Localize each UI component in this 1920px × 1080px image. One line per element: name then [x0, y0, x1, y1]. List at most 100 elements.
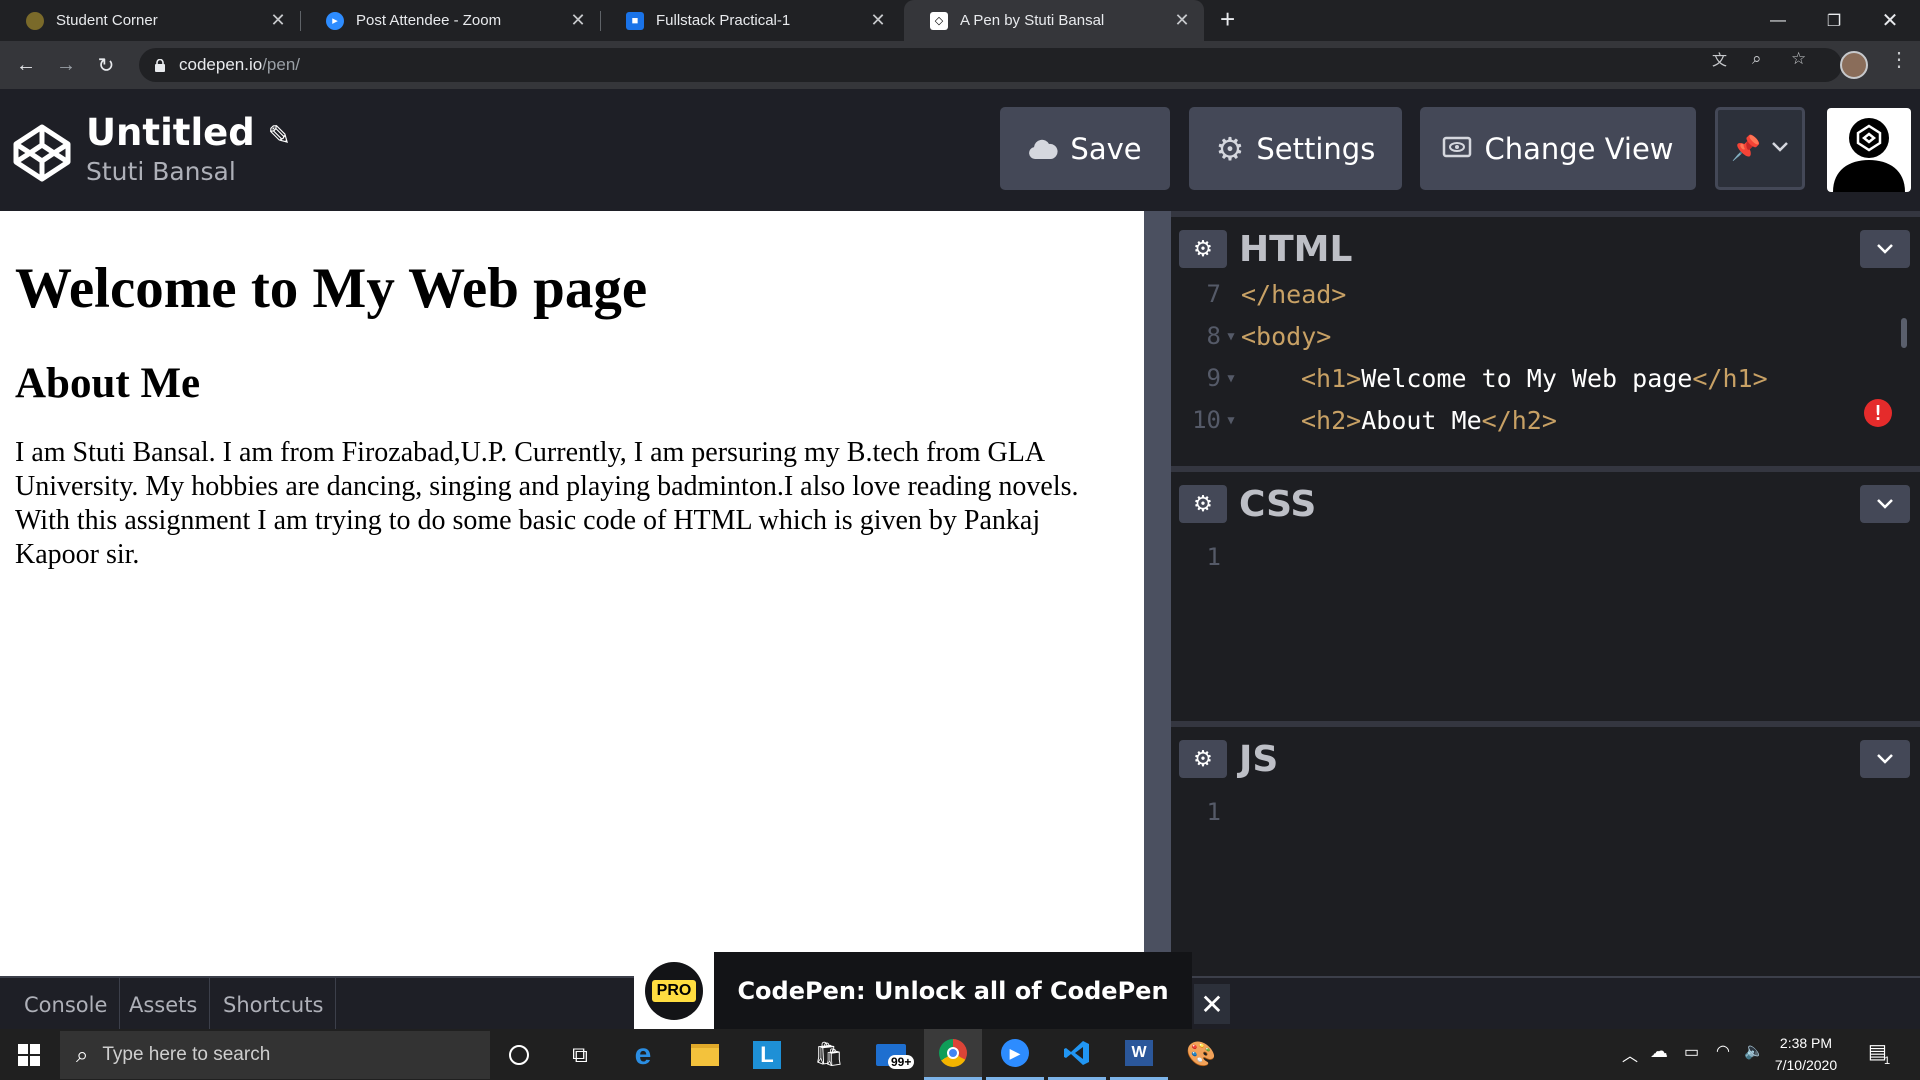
js-code-area[interactable]: 1	[1171, 783, 1920, 976]
word-icon[interactable]: W	[1110, 1029, 1168, 1080]
code-line: 7 </head>	[1171, 273, 1920, 315]
tab-codepen-active[interactable]: ◇ A Pen by Stuti Bansal ✕	[904, 0, 1204, 41]
task-view-icon[interactable]: ⧉	[551, 1029, 609, 1080]
change-view-label: Change View	[1484, 131, 1674, 166]
console-button[interactable]: Console	[12, 978, 121, 1031]
vscode-icon[interactable]	[1048, 1029, 1106, 1080]
app-l-icon[interactable]: L	[738, 1029, 796, 1080]
code-tag: <body>	[1241, 321, 1332, 351]
bookmark-star-icon[interactable]: ☆	[1791, 49, 1806, 69]
file-explorer-icon[interactable]	[676, 1029, 734, 1080]
taskbar-search-box[interactable]: ⌕ Type here to search	[60, 1031, 490, 1079]
search-icon: ⌕	[76, 1042, 89, 1067]
fold-arrow-icon[interactable]: ▼	[1221, 371, 1241, 385]
save-button[interactable]: Save	[1000, 107, 1170, 190]
settings-button[interactable]: ⚙ Settings	[1189, 107, 1402, 190]
save-label: Save	[1070, 131, 1142, 166]
reload-icon[interactable]: ↻	[92, 51, 120, 79]
js-collapse-chevron-icon[interactable]	[1860, 740, 1910, 778]
translate-icon[interactable]: 文	[1712, 49, 1727, 70]
pro-logo-icon: PRO	[634, 952, 714, 1030]
pen-author[interactable]: Stuti Bansal	[86, 157, 236, 186]
js-settings-gear-icon[interactable]: ⚙	[1179, 740, 1227, 778]
windows-taskbar: ⌕ Type here to search ⧉ e L 🛍 99+ ▶ W 🎨 …	[0, 1029, 1920, 1080]
css-settings-gear-icon[interactable]: ⚙	[1179, 485, 1227, 523]
css-code-area[interactable]: 1	[1171, 528, 1920, 721]
minimize-icon[interactable]: —	[1750, 0, 1806, 41]
close-tab-icon[interactable]: ✕	[566, 10, 590, 31]
mail-icon[interactable]: 99+	[862, 1029, 920, 1080]
code-line: 1	[1171, 536, 1920, 578]
url-host: codepen.io	[179, 55, 263, 74]
new-tab-icon[interactable]: +	[1220, 4, 1235, 35]
close-promo-icon[interactable]: ✕	[1194, 984, 1230, 1024]
cortana-icon[interactable]	[490, 1029, 548, 1080]
store-icon[interactable]: 🛍	[800, 1029, 858, 1080]
pane-resizer[interactable]	[1144, 211, 1171, 976]
shortcuts-button[interactable]: Shortcuts	[211, 978, 337, 1031]
code-line: 10 ▼ <h2> About Me </h2>	[1171, 399, 1920, 441]
preview-heading-2: About Me	[15, 360, 201, 407]
css-collapse-chevron-icon[interactable]	[1860, 485, 1910, 523]
pro-promo-banner[interactable]: PRO CodePen: Unlock all of CodePen	[634, 952, 1192, 1030]
back-icon[interactable]: ←	[12, 51, 40, 79]
css-editor-header: ⚙ CSS	[1171, 466, 1920, 528]
system-clock[interactable]: 2:38 PM 7/10/2020	[1756, 1032, 1856, 1076]
codepen-favicon: ◇	[930, 11, 948, 30]
user-avatar[interactable]	[1827, 108, 1911, 192]
html-editor-header: ⚙ HTML	[1171, 211, 1920, 273]
onedrive-icon[interactable]: ☁	[1650, 1041, 1668, 1062]
fold-arrow-icon[interactable]: ▼	[1221, 413, 1241, 427]
js-editor-title: JS	[1239, 739, 1279, 780]
forward-icon[interactable]: →	[52, 51, 80, 79]
student-corner-favicon	[26, 11, 44, 30]
zoom-taskbar-icon[interactable]: ▶	[986, 1029, 1044, 1080]
window-close-icon[interactable]: ✕	[1862, 0, 1918, 41]
line-number: 7	[1206, 280, 1221, 308]
clock-date: 7/10/2020	[1774, 1057, 1838, 1073]
line-number: 8	[1206, 322, 1221, 350]
tab-label: A Pen by Stuti Bansal	[960, 12, 1105, 29]
zoom-icon[interactable]: ⌕	[1752, 49, 1762, 69]
line-number: 1	[1206, 798, 1221, 826]
pin-menu-button[interactable]: 📌	[1715, 107, 1805, 190]
error-alert-icon[interactable]: !	[1864, 399, 1892, 427]
battery-icon[interactable]: ▭	[1684, 1042, 1699, 1062]
code-tag: </h1>	[1692, 363, 1768, 393]
pen-title[interactable]: Untitled ✎	[86, 111, 291, 154]
code-text: Welcome to My Web page	[1361, 363, 1693, 393]
html-settings-gear-icon[interactable]: ⚙	[1179, 230, 1227, 268]
close-tab-icon[interactable]: ✕	[1170, 10, 1194, 31]
change-view-button[interactable]: Change View	[1420, 107, 1696, 190]
gear-icon: ⚙	[1215, 129, 1245, 168]
preview-heading-1: Welcome to My Web page	[15, 257, 648, 320]
codepen-logo-icon[interactable]	[12, 123, 72, 183]
wifi-icon[interactable]: ◠	[1716, 1041, 1730, 1061]
chrome-taskbar-icon[interactable]	[924, 1029, 982, 1080]
editor-scrollbar[interactable]	[1901, 318, 1907, 348]
search-placeholder: Type here to search	[102, 1044, 271, 1065]
profile-avatar[interactable]	[1840, 51, 1868, 79]
close-tab-icon[interactable]: ✕	[266, 10, 290, 31]
paint-icon[interactable]: 🎨	[1172, 1029, 1230, 1080]
menu-icon[interactable]: ⋮	[1889, 47, 1909, 72]
tray-chevron-up-icon[interactable]: ︿	[1622, 1042, 1638, 1066]
tab-fullstack[interactable]: ■ Fullstack Practical-1 ✕	[600, 0, 900, 41]
address-bar[interactable]: codepen.io/pen/	[139, 48, 1842, 82]
html-code-area[interactable]: 7 </head> 8 ▼ <body> 9 ▼ <h1> Welcome to …	[1171, 273, 1920, 456]
tab-label: Student Corner	[56, 12, 158, 29]
assets-button[interactable]: Assets	[117, 978, 211, 1031]
tab-label: Post Attendee - Zoom	[356, 12, 502, 29]
edge-icon[interactable]: e	[614, 1029, 672, 1080]
promo-text: CodePen: Unlock all of CodePen	[737, 977, 1169, 1005]
fold-arrow-icon[interactable]: ▼	[1221, 329, 1241, 343]
tab-student-corner[interactable]: Student Corner ✕	[0, 0, 300, 41]
html-collapse-chevron-icon[interactable]	[1860, 230, 1910, 268]
result-preview: Welcome to My Web page About Me I am Stu…	[0, 211, 1144, 976]
edit-pencil-icon[interactable]: ✎	[268, 119, 291, 152]
tab-zoom[interactable]: ▸ Post Attendee - Zoom ✕	[300, 0, 600, 41]
close-tab-icon[interactable]: ✕	[866, 10, 890, 31]
code-line: 8 ▼ <body>	[1171, 315, 1920, 357]
restore-icon[interactable]: ❐	[1806, 0, 1862, 41]
windows-start-icon[interactable]	[0, 1029, 58, 1080]
